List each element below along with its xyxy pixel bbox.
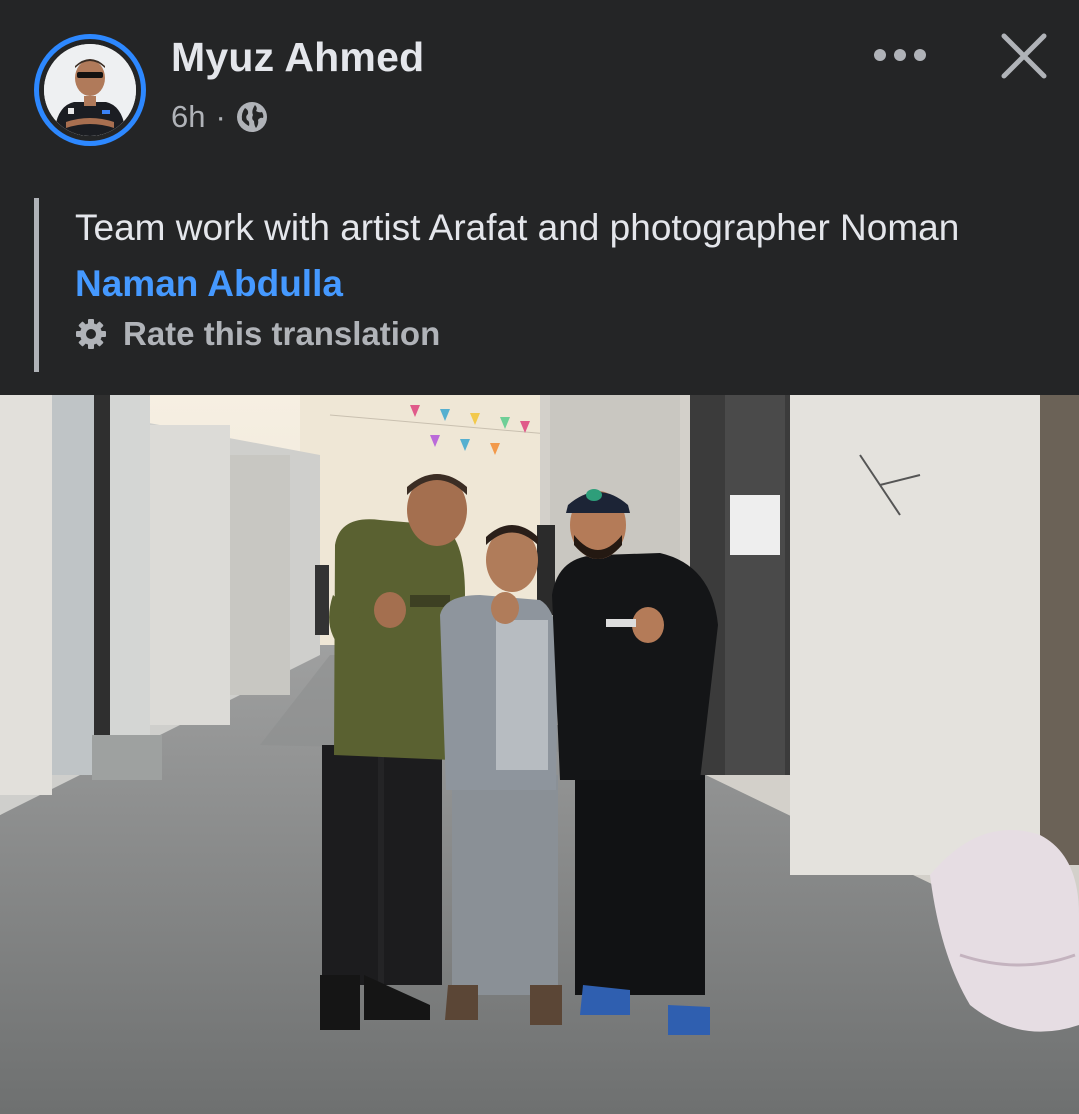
author-name[interactable]: Myuz Ahmed <box>171 34 424 81</box>
rate-translation-label: Rate this translation <box>123 315 441 352</box>
close-icon[interactable] <box>996 28 1052 84</box>
rate-translation-button[interactable]: Rate this translation <box>75 312 440 356</box>
quote-bar <box>34 198 39 372</box>
globe-icon[interactable] <box>236 101 268 133</box>
post-timestamp[interactable]: 6h <box>171 99 205 135</box>
post-text-content: Team work with artist Arafat and photogr… <box>75 207 960 248</box>
post-text: Team work with artist Arafat and photogr… <box>75 200 1035 312</box>
avatar-photo <box>44 44 136 136</box>
mention-link[interactable]: Naman Abdulla <box>75 263 343 304</box>
post-header: Myuz Ahmed 6h · <box>0 0 1079 180</box>
post-body: Team work with artist Arafat and photogr… <box>0 180 1079 392</box>
post-meta: 6h · <box>171 97 268 137</box>
avatar[interactable] <box>34 34 146 146</box>
more-horizontal-icon[interactable] <box>870 40 930 70</box>
meta-separator: · <box>215 99 226 134</box>
gear-icon <box>76 319 106 349</box>
post-photo[interactable] <box>0 395 1079 1114</box>
